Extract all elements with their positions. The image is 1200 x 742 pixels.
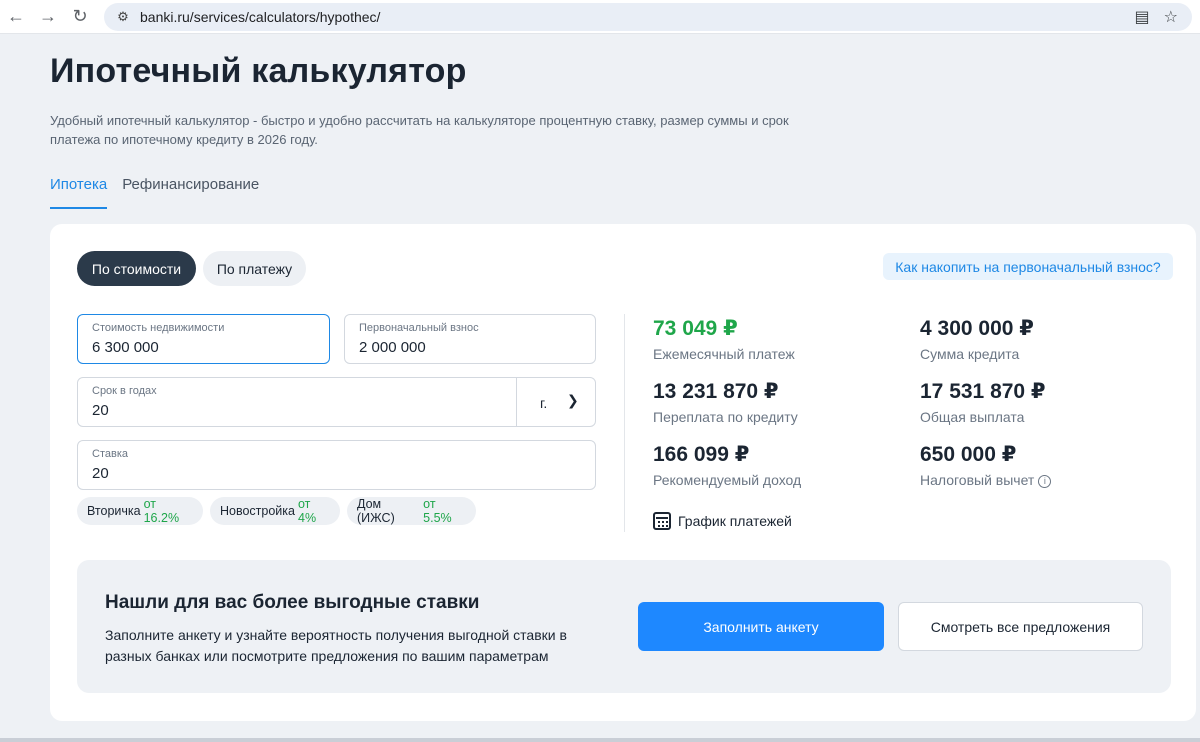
monthly-payment-caption: Ежемесячный платеж: [653, 346, 795, 362]
down-payment-label: Первоначальный взнос: [359, 322, 479, 334]
promo-text: Заполните анкету и узнайте вероятность п…: [105, 627, 567, 664]
reload-icon[interactable]: ↻: [64, 0, 96, 34]
rate-field[interactable]: Ставка 20: [77, 440, 596, 490]
info-icon[interactable]: i: [1038, 475, 1052, 488]
tax-deduction-stat: 650 000 ₽ Налоговый вычет i: [920, 442, 1052, 488]
view-all-offers-button[interactable]: Смотреть все предложения: [898, 602, 1143, 651]
calculator-tabs: Ипотека Рефинансирование: [50, 176, 259, 209]
page-title: Ипотечный калькулятор: [50, 52, 467, 90]
tax-deduction-value: 650 000 ₽: [920, 443, 1017, 466]
chip-label: Вторичка: [87, 504, 141, 518]
rate-chip-secondary[interactable]: Вторичка от 16.2%: [77, 497, 203, 525]
term-label: Срок в годах: [92, 385, 157, 397]
loan-amount-stat: 4 300 000 ₽ Сумма кредита: [920, 316, 1034, 362]
down-payment-help-link[interactable]: Как накопить на первоначальный взнос?: [883, 253, 1173, 280]
tab-mortgage[interactable]: Ипотека: [50, 176, 108, 209]
url-text: banki.ru/services/calculators/hypothec/: [140, 9, 381, 25]
install-app-icon[interactable]: ▤: [1135, 7, 1150, 27]
back-icon[interactable]: ←: [0, 0, 32, 34]
property-cost-field[interactable]: Стоимость недвижимости 6 300 000: [77, 314, 330, 364]
property-cost-label: Стоимость недвижимости: [92, 322, 225, 334]
rate-value[interactable]: 20: [92, 465, 109, 482]
loan-amount-value: 4 300 000 ₽: [920, 317, 1034, 340]
promo-title: Нашли для вас более выгодные ставки: [105, 592, 480, 613]
chip-rate: от 5.5%: [423, 497, 452, 525]
site-settings-icon[interactable]: ⚙: [114, 8, 132, 26]
recommended-income-value: 166 099 ₽: [653, 443, 750, 466]
rate-chip-new-building[interactable]: Новостройка от 4%: [210, 497, 340, 525]
page-description: Удобный ипотечный калькулятор - быстро и…: [50, 113, 789, 147]
horizontal-scrollbar[interactable]: [0, 738, 1200, 742]
tab-refinancing[interactable]: Рефинансирование: [122, 176, 259, 209]
monthly-payment-stat: 73 049 ₽ Ежемесячный платеж: [653, 316, 795, 362]
rate-chip-house[interactable]: Дом (ИЖС) от 5.5%: [347, 497, 476, 525]
property-cost-value[interactable]: 6 300 000: [92, 339, 159, 356]
results-divider: [624, 314, 625, 532]
overpayment-value: 13 231 870 ₽: [653, 380, 779, 403]
total-payment-stat: 17 531 870 ₽ Общая выплата: [920, 379, 1046, 425]
calendar-icon: [653, 512, 671, 530]
total-payment-value: 17 531 870 ₽: [920, 380, 1046, 403]
payment-schedule-label: График платежей: [678, 513, 792, 529]
chip-rate: от 4%: [298, 497, 317, 525]
chevron-down-icon[interactable]: ❯: [567, 392, 579, 409]
loan-amount-caption: Сумма кредита: [920, 346, 1020, 362]
term-divider: [516, 378, 517, 426]
overpayment-caption: Переплата по кредиту: [653, 409, 798, 425]
fill-form-button[interactable]: Заполнить анкету: [638, 602, 884, 651]
chip-label: Дом (ИЖС): [357, 497, 395, 525]
tax-deduction-caption: Налоговый вычет: [920, 472, 1035, 488]
monthly-payment-value: 73 049 ₽: [653, 317, 738, 340]
term-field[interactable]: Срок в годах 20 г. ❯: [77, 377, 596, 427]
forward-icon[interactable]: →: [32, 0, 64, 34]
payment-schedule-link[interactable]: График платежей: [653, 512, 792, 530]
tax-deduction-row: Налоговый вычет i: [920, 472, 1052, 488]
calculator-card: По стоимости По платежу Как накопить на …: [50, 224, 1196, 721]
chip-label: Новостройка: [220, 504, 295, 518]
overpayment-stat: 13 231 870 ₽ Переплата по кредиту: [653, 379, 798, 425]
bookmark-star-icon[interactable]: ☆: [1164, 7, 1178, 27]
better-rates-banner: Нашли для вас более выгодные ставки Запо…: [77, 560, 1171, 693]
mode-by-cost-button[interactable]: По стоимости: [77, 251, 196, 286]
chip-rate: от 16.2%: [143, 497, 180, 525]
recommended-income-caption: Рекомендуемый доход: [653, 472, 802, 488]
down-payment-value[interactable]: 2 000 000: [359, 339, 426, 356]
recommended-income-stat: 166 099 ₽ Рекомендуемый доход: [653, 442, 801, 488]
total-payment-caption: Общая выплата: [920, 409, 1025, 425]
browser-toolbar: ← → ↻ ⚙ banki.ru/services/calculators/hy…: [0, 0, 1200, 34]
down-payment-field[interactable]: Первоначальный взнос 2 000 000: [344, 314, 596, 364]
address-bar[interactable]: ⚙ banki.ru/services/calculators/hypothec…: [104, 3, 1192, 31]
rate-label: Ставка: [92, 448, 128, 460]
term-unit-select[interactable]: г.: [540, 395, 547, 411]
term-value[interactable]: 20: [92, 402, 109, 419]
mode-by-payment-button[interactable]: По платежу: [203, 251, 306, 286]
